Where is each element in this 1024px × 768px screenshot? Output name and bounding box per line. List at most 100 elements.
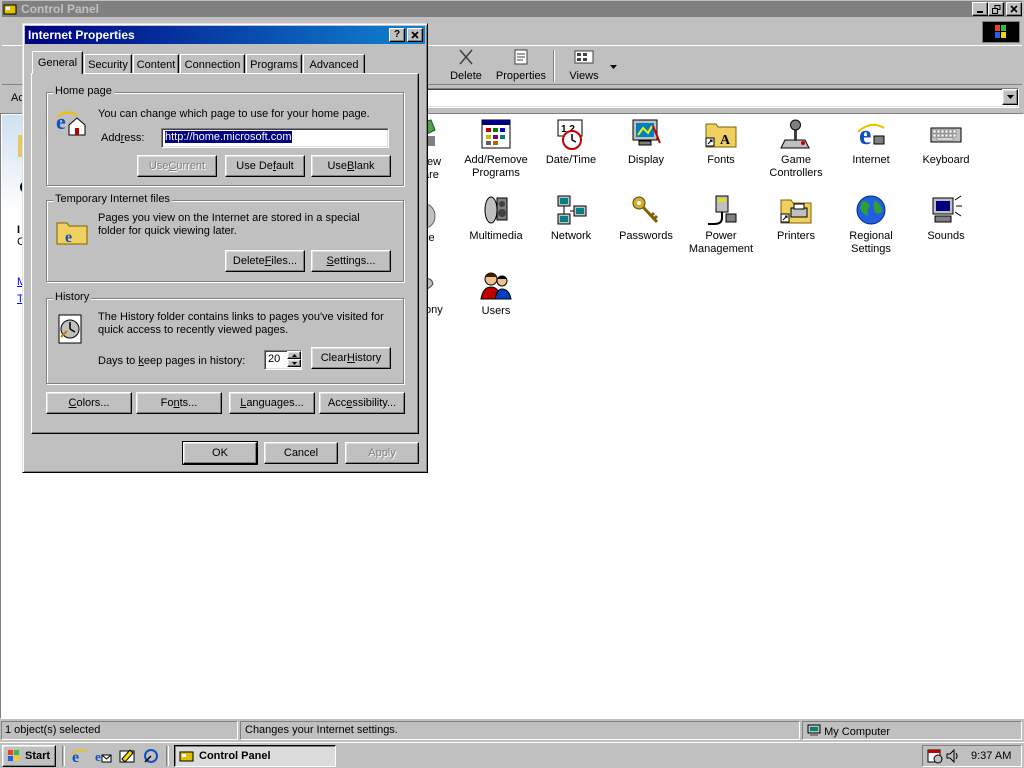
quicklaunch-show-desktop[interactable]	[118, 747, 136, 768]
ok-button[interactable]: OK	[182, 441, 258, 465]
languages-button[interactable]: Languages...	[229, 392, 315, 414]
tab-security[interactable]: Security	[84, 54, 132, 74]
close-icon	[411, 31, 419, 39]
home-page-address-value: http://home.microsoft.com	[165, 131, 292, 143]
days-to-keep-spinner[interactable]: 20	[264, 350, 302, 370]
users-icon	[480, 272, 512, 300]
use-default-button[interactable]: Use De f ault	[225, 155, 305, 177]
tab-general-label: General	[37, 57, 78, 69]
use-blank-button[interactable]: Use Blank	[311, 155, 391, 177]
cp-item-add-remove-programs[interactable]: Add/Remove Programs	[458, 118, 534, 180]
minimize-button[interactable]	[972, 2, 988, 16]
status-pane-right: My Computer	[802, 721, 1022, 740]
windows-logo-throbber	[982, 21, 1020, 43]
tab-connection-label: Connection	[184, 58, 241, 71]
cancel-label: Cancel	[283, 447, 319, 459]
scheduler-icon[interactable]	[927, 748, 943, 764]
dialog-close-button[interactable]	[407, 28, 423, 42]
help-button[interactable]: ?	[389, 28, 405, 42]
chevron-down-icon	[291, 361, 297, 365]
address-dropdown-button[interactable]	[1002, 89, 1018, 105]
cp-item-fonts[interactable]: A Fonts	[683, 118, 759, 167]
clock[interactable]: 9:37 AM	[971, 750, 1011, 762]
temp-files-group: Temporary Internet files e Pages you vie…	[46, 193, 404, 282]
cp-item-passwords[interactable]: Passwords	[608, 194, 684, 243]
internet-explorer-icon: e	[70, 749, 88, 766]
multimedia-icon	[484, 196, 508, 224]
use-current-button[interactable]: Use Current	[137, 155, 217, 177]
cp-item-printers[interactable]: Printers	[758, 194, 834, 243]
tab-content-label: Content	[136, 58, 176, 71]
date-time-icon: 1 2	[557, 119, 583, 150]
days-to-keep-value: 20	[268, 353, 281, 365]
cp-item-multimedia[interactable]: Multimedia	[458, 194, 534, 243]
internet-explorer-icon: e	[857, 120, 885, 150]
cp-item-network[interactable]: Network	[533, 194, 609, 243]
volume-icon[interactable]	[945, 748, 961, 764]
cancel-button[interactable]: Cancel	[264, 442, 338, 464]
tab-content[interactable]: Content	[133, 54, 179, 74]
home-page-description: You can change which page to use for you…	[98, 108, 370, 120]
apply-button[interactable]: Apply	[345, 442, 419, 464]
cp-item-power-management[interactable]: Power Management	[683, 194, 759, 256]
start-button[interactable]: Start	[2, 745, 56, 767]
quicklaunch-ie[interactable]: e	[70, 747, 88, 768]
joystick-icon	[780, 119, 810, 149]
tab-programs-label: Programs	[250, 58, 298, 71]
home-page-address-input[interactable]: http://home.microsoft.com	[161, 128, 389, 148]
toolbar-properties-button[interactable]: Properties	[493, 48, 549, 84]
home-page-group: Home page e You can change which page to…	[46, 85, 404, 186]
dialog-title: Internet Properties	[28, 28, 135, 42]
cp-item-date-time[interactable]: 1 2 Date/Time	[533, 118, 609, 167]
fonts-button[interactable]: Fo n ts...	[136, 392, 222, 414]
history-icon	[55, 313, 89, 348]
cp-item-users[interactable]: Users	[458, 269, 534, 318]
cp-item-label: Date/Time	[545, 154, 597, 166]
spinner-up-button[interactable]	[287, 351, 301, 359]
cp-item-label: Power Management	[688, 230, 754, 255]
home-page-group-label: Home page	[53, 85, 114, 97]
tab-programs[interactable]: Programs	[246, 54, 302, 74]
history-description: The History folder contains links to pag…	[98, 311, 384, 336]
cp-item-game-controllers[interactable]: Game Controllers	[758, 118, 834, 180]
views-dropdown-arrow-icon[interactable]	[610, 60, 617, 72]
tab-advanced[interactable]: Advanced	[303, 54, 365, 74]
display-icon	[632, 119, 661, 146]
chevron-down-icon	[1006, 95, 1014, 99]
dialog-titlebar[interactable]: Internet Properties ?	[25, 26, 425, 44]
temp-files-settings-button[interactable]: Settings...	[311, 250, 391, 272]
toolbar-delete-button[interactable]: Delete	[445, 48, 487, 84]
spinner-down-button[interactable]	[287, 359, 301, 367]
delete-files-button[interactable]: Delete Files...	[225, 250, 305, 272]
status-zone: My Computer	[824, 726, 891, 738]
tab-general[interactable]: General	[32, 51, 83, 74]
printers-folder-icon	[780, 199, 812, 224]
add-remove-programs-icon	[481, 119, 511, 149]
webview-text-1: I	[17, 224, 21, 236]
quicklaunch-channels[interactable]	[142, 747, 160, 768]
accessibility-button[interactable]: Acc e ssibility...	[319, 392, 405, 414]
control-panel-titlebar[interactable]: Control Panel	[2, 1, 1022, 17]
cp-item-regional-settings[interactable]: Regional Settings	[833, 194, 909, 256]
svg-text:e: e	[95, 749, 101, 764]
cp-item-internet[interactable]: e Internet	[833, 118, 909, 167]
toolbar-views-button[interactable]: Views	[562, 48, 606, 84]
temp-files-folder-icon: e	[55, 215, 89, 250]
cp-item-sounds[interactable]: Sounds	[908, 194, 984, 243]
status-pane-middle: Changes your Internet settings.	[240, 721, 800, 740]
system-tray: 9:37 AM	[922, 745, 1022, 767]
apply-label: Apply	[368, 447, 396, 459]
close-button[interactable]	[1006, 2, 1022, 16]
cp-item-label: Users	[481, 305, 511, 317]
colors-button[interactable]: Colors...	[46, 392, 132, 414]
tab-connection[interactable]: Connection	[180, 54, 245, 74]
restore-button[interactable]	[988, 2, 1004, 16]
cp-item-label: Regional Settings	[849, 230, 893, 255]
quicklaunch-outlook[interactable]: e	[94, 747, 112, 768]
tab-security-label: Security	[88, 58, 128, 71]
cp-item-display[interactable]: Display	[608, 118, 684, 167]
cp-item-keyboard[interactable]: Keyboard	[908, 118, 984, 167]
clear-history-button[interactable]: Clear History	[311, 347, 391, 369]
taskbar-task-control-panel[interactable]: Control Panel	[174, 745, 336, 767]
address-combo[interactable]	[422, 88, 1019, 108]
